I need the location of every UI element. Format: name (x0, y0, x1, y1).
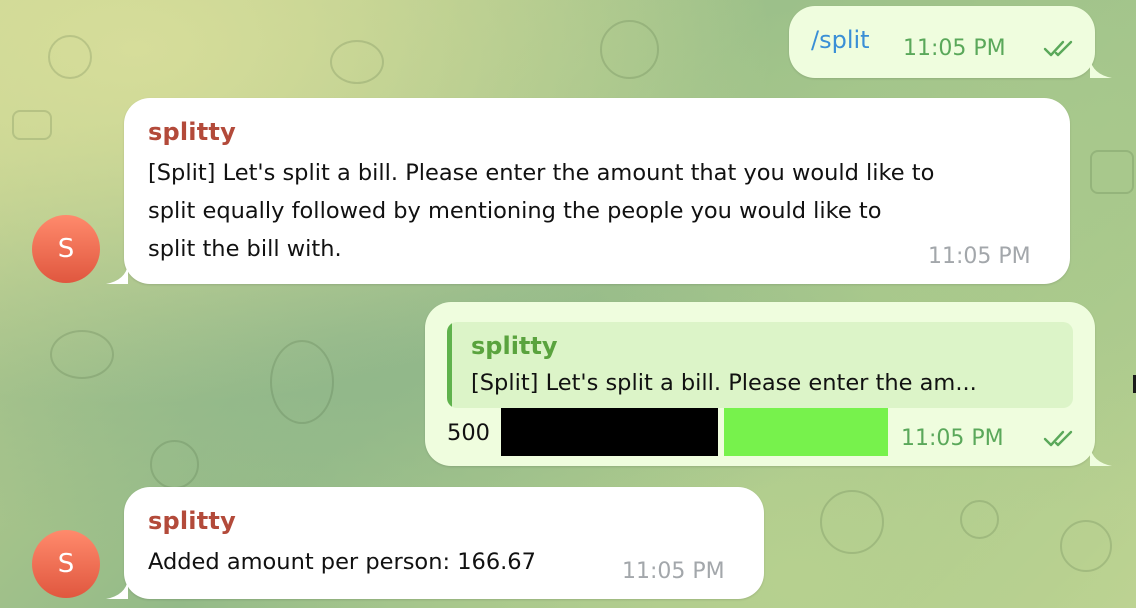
message-line: split the bill with. (148, 236, 342, 262)
redacted-mention (501, 408, 718, 456)
redacted-mention (724, 408, 888, 456)
chat-window: { "messages": [ { "direction": "outgoing… (0, 0, 1136, 608)
message-line: split equally followed by mentioning the… (148, 198, 882, 224)
message-text: [Split] Let's split a bill. Please enter… (148, 154, 1058, 268)
background-doodle (820, 490, 884, 554)
double-check-icon (1043, 430, 1073, 447)
message-line: [Split] Let's split a bill. Please enter… (148, 160, 935, 186)
message-time: 11:05 PM (903, 36, 1006, 61)
reply-sender-name: splitty (471, 332, 558, 360)
message-time: 11:05 PM (901, 426, 1004, 451)
background-doodle (48, 35, 92, 79)
bubble-tail (106, 264, 128, 284)
background-doodle (960, 500, 999, 539)
incoming-message-bubble[interactable]: splitty [Split] Let's split a bill. Plea… (124, 98, 1070, 284)
command-link[interactable]: /split (811, 26, 870, 54)
bubble-tail (106, 579, 128, 599)
reply-quote[interactable]: splitty [Split] Let's split a bill. Plea… (447, 322, 1073, 408)
message-text: Added amount per person: 166.67 (148, 549, 536, 575)
amount-text: 500 (447, 420, 490, 446)
background-doodle (12, 110, 52, 140)
incoming-message-bubble[interactable]: splitty Added amount per person: 166.67 … (124, 487, 764, 599)
bubble-tail (1090, 58, 1112, 78)
outgoing-message-bubble[interactable]: splitty [Split] Let's split a bill. Plea… (425, 302, 1095, 466)
background-doodle (150, 440, 199, 489)
background-doodle (270, 340, 334, 424)
avatar[interactable]: S (32, 215, 100, 283)
double-check-icon (1043, 40, 1073, 57)
avatar[interactable]: S (32, 530, 100, 598)
background-doodle (50, 330, 114, 379)
message-time: 11:05 PM (928, 244, 1031, 269)
reply-accent-bar (447, 322, 452, 408)
background-doodle (330, 40, 384, 84)
background-doodle (1090, 150, 1134, 194)
sender-name[interactable]: splitty (148, 507, 236, 535)
bubble-tail (1090, 446, 1112, 466)
reply-preview-text: [Split] Let's split a bill. Please enter… (471, 370, 977, 396)
background-doodle (1060, 520, 1112, 572)
background-doodle (600, 20, 659, 79)
sender-name[interactable]: splitty (148, 118, 236, 146)
outgoing-message-bubble[interactable]: /split 11:05 PM (789, 6, 1095, 78)
message-time: 11:05 PM (622, 559, 725, 584)
